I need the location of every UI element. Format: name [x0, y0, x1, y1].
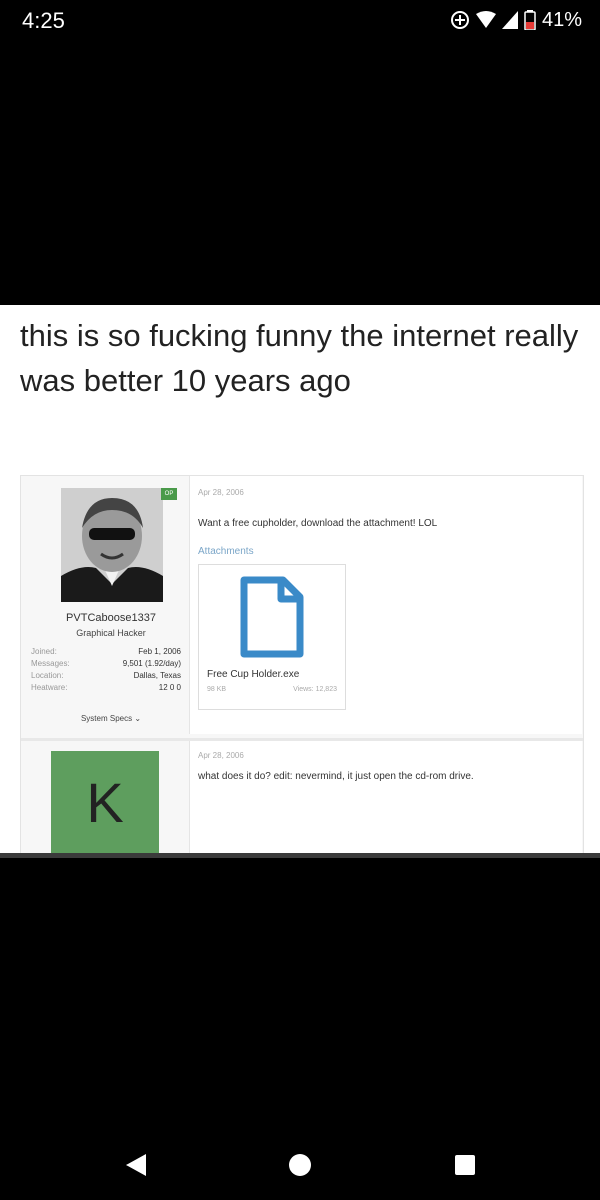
post-message: Want a free cupholder, download the atta…	[198, 518, 438, 529]
username-link[interactable]: PVTCaboose1337	[31, 612, 191, 624]
stat-label: Joined:	[31, 647, 57, 656]
stat-value: 12 0 0	[158, 683, 181, 692]
status-icons: 41%	[450, 8, 582, 32]
forum-post-1: OP PVTCaboose1337 Graphical Hacker Joine…	[21, 476, 583, 734]
battery-icon	[524, 10, 536, 30]
post-body-2: Apr 28, 2006 what does it do? edit: neve…	[189, 741, 582, 853]
attachment-views: Views: 12,823	[293, 686, 337, 693]
stat-heatware: Heatware: 12 0 0	[31, 683, 181, 695]
post-content: this is so fucking funny the internet re…	[0, 305, 600, 853]
stat-label: Location:	[31, 671, 64, 680]
recents-square-icon[interactable]	[454, 1152, 476, 1183]
forum-post-2: K Apr 28, 2006 what does it do? edit: ne…	[21, 738, 583, 853]
stat-value: Feb 1, 2006	[138, 647, 181, 656]
back-triangle-icon[interactable]	[124, 1152, 148, 1183]
attachments-heading: Attachments	[198, 546, 254, 557]
attachment-card[interactable]: Free Cup Holder.exe 98 KB Views: 12,823	[198, 564, 346, 710]
clock: 4:25	[22, 8, 65, 33]
stat-messages: Messages: 9,501 (1.92/day)	[31, 659, 181, 671]
battery-percent: 41%	[541, 8, 582, 31]
stat-value: 9,501 (1.92/day)	[122, 659, 181, 668]
navigation-bar	[0, 1140, 600, 1190]
user-stats: Joined: Feb 1, 2006 Messages: 9,501 (1.9…	[31, 647, 181, 695]
stat-value: Dallas, Texas	[133, 671, 181, 680]
stat-joined: Joined: Feb 1, 2006	[31, 647, 181, 659]
wifi-icon	[475, 11, 496, 29]
divider	[0, 853, 600, 858]
file-icon	[239, 575, 305, 664]
avatar-portrait-image	[61, 488, 163, 602]
user-info-pane: OP PVTCaboose1337 Graphical Hacker Joine…	[31, 482, 191, 732]
letter-avatar: K	[51, 751, 159, 853]
attachment-file-size: 98 KB	[207, 686, 227, 693]
forum-screenshot: OP PVTCaboose1337 Graphical Hacker Joine…	[20, 475, 584, 853]
data-saver-icon	[450, 10, 470, 30]
post-date: Apr 28, 2006	[198, 751, 244, 760]
post-caption: this is so fucking funny the internet re…	[20, 318, 579, 398]
stat-location: Location: Dallas, Texas	[31, 671, 181, 683]
stat-label: Heatware:	[31, 683, 68, 692]
post-date: Apr 28, 2006	[198, 488, 244, 497]
post-body-1: Apr 28, 2006 Want a free cupholder, down…	[189, 476, 582, 734]
status-bar: 4:25 41%	[0, 0, 600, 40]
avatar	[61, 488, 163, 602]
home-circle-icon[interactable]	[288, 1152, 312, 1183]
user-title: Graphical Hacker	[76, 628, 146, 638]
op-badge: OP	[161, 488, 177, 500]
system-specs-toggle[interactable]: System Specs ⌄	[31, 714, 191, 723]
attachment-file-name[interactable]: Free Cup Holder.exe	[207, 669, 299, 680]
cell-signal-icon	[501, 11, 518, 29]
stat-label: Messages:	[31, 659, 70, 668]
post-message: what does it do? edit: nevermind, it jus…	[198, 771, 474, 782]
